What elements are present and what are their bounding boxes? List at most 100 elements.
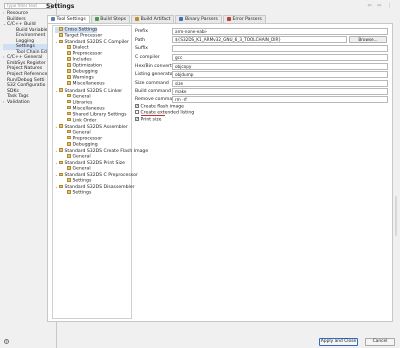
hex-bin-converter-field[interactable]: objcopy: [172, 63, 388, 70]
tree-item[interactable]: Settings: [63, 190, 91, 196]
settings-node-icon: [59, 87, 63, 92]
tree-item-label: Libraries: [72, 100, 93, 106]
settings-node-icon: [59, 39, 63, 44]
settings-node-icon: [67, 141, 71, 146]
tree-item-label: Debugging: [72, 69, 98, 75]
nav-item-label: Run/Debug Setti: [7, 77, 45, 83]
tree-item-label: Link Order: [72, 118, 97, 124]
settings-node-icon: [59, 27, 63, 31]
suffix-label: Suffix: [135, 46, 148, 51]
nav-item-label: Build Variables: [16, 27, 50, 33]
prefix-field[interactable]: arm-none-eabi-: [172, 28, 388, 35]
tree-item-label: Miscellaneous: [72, 82, 105, 88]
tree-item-label: Cross Settings: [64, 27, 98, 33]
tree-item-label: Preprocessor: [72, 136, 103, 142]
scrollbar-grip[interactable]: [395, 196, 397, 236]
tab-icon: [135, 16, 140, 21]
tab-icon: [94, 16, 99, 21]
nav-item-label: Validation: [7, 99, 30, 105]
c-compiler-label: C compiler: [135, 55, 160, 60]
print-size-checkbox[interactable]: Print size: [135, 116, 161, 123]
prefix-label: Prefix: [135, 29, 148, 34]
tab[interactable]: Error Parsers: [222, 15, 266, 23]
checkbox-0-box[interactable]: [135, 103, 139, 109]
filter-input[interactable]: type filter text: [4, 3, 52, 9]
nav-item-label: SDKs: [7, 88, 19, 94]
nav-arrows-icon[interactable]: ⇦ ⇨ ⋮: [367, 3, 394, 9]
tab-icon: [226, 16, 231, 21]
settings-node-icon: [67, 129, 71, 134]
nav-item-label: Task Tags: [7, 94, 29, 100]
settings-node-icon: [67, 69, 71, 73]
build-command-label: Build command: [135, 89, 171, 94]
tab-label: Build Artifact: [140, 17, 171, 22]
tab-bar: Tool Settings Build Steps Build Artifact Bi…: [47, 15, 267, 23]
page-title: Settings: [46, 3, 75, 10]
settings-node-icon: [67, 178, 71, 182]
settings-node-icon: [67, 51, 71, 55]
nav-item-label: S32 Configuratio: [7, 83, 46, 89]
size-command-label: Size command: [135, 81, 169, 86]
nav-item-label: C/C++ Build: [7, 22, 36, 28]
remove-command-field[interactable]: rm -rf: [172, 96, 388, 103]
tree-item-label: Debugging: [72, 142, 98, 148]
tab[interactable]: Tool Settings: [47, 15, 90, 23]
listing-generator-field[interactable]: objdump: [172, 71, 388, 78]
settings-node-icon: [67, 135, 71, 140]
tab-label: Tool Settings: [56, 17, 86, 22]
size-command-field[interactable]: size: [172, 80, 388, 87]
apply-and-close-button[interactable]: Apply and Close: [319, 338, 358, 346]
tab-icon: [51, 16, 55, 21]
settings-node-icon: [67, 166, 71, 170]
nav-item-label: Resource: [7, 11, 29, 16]
path-field[interactable]: ${S32DS_K1_ARMv32_GNU_6_3_TOOLCHAIN_DIR}: [172, 36, 347, 43]
build-command-field[interactable]: make: [172, 88, 388, 95]
settings-node-icon: [67, 190, 71, 194]
tab[interactable]: Binary Parsers: [175, 15, 222, 23]
settings-node-icon: [67, 117, 71, 122]
settings-node-icon: [59, 160, 63, 165]
nav-item-label: Builders: [7, 16, 26, 22]
nav-item-label: Project Natures: [7, 66, 43, 72]
cancel-button[interactable]: Cancel: [365, 338, 395, 346]
checkbox-2-box[interactable]: [135, 116, 139, 122]
c-compiler-field[interactable]: gcc: [172, 54, 388, 61]
path-label: Path: [135, 38, 146, 43]
tree-item-label: Optimization: [72, 63, 102, 69]
tree-item-label: Settings: [72, 190, 92, 196]
help-icon[interactable]: ?: [4, 339, 9, 344]
nav-item-label: C/C++ General: [7, 55, 43, 61]
tab-label: Build Steps: [100, 17, 127, 22]
tool-settings-tree: Cross Settings Target Processor ⌄ Standard …: [52, 25, 148, 319]
settings-node-icon: [59, 172, 63, 177]
tab[interactable]: Build Steps: [90, 15, 131, 23]
settings-node-icon: [67, 154, 71, 158]
browse-button[interactable]: Browse...: [349, 36, 387, 43]
settings-node-icon: [67, 63, 71, 67]
nav-item-label: Settings: [16, 44, 35, 50]
tree-item-label: Target Processor: [64, 33, 103, 39]
tab-label: Error Parsers: [232, 17, 262, 22]
tree-item-label: General: [72, 94, 91, 100]
settings-node-icon: [67, 45, 71, 49]
settings-node-icon: [59, 33, 63, 37]
settings-node-icon: [59, 124, 63, 128]
tab[interactable]: Build Artifact: [131, 15, 175, 23]
tree-item-label: General: [72, 130, 91, 136]
create-flash-image-label: Create flash image: [140, 104, 185, 110]
tree-item-label: Includes: [72, 57, 92, 63]
settings-node-icon: [67, 93, 71, 98]
suffix-field[interactable]: [172, 45, 388, 52]
tree-item-label: Warnings: [72, 75, 94, 81]
settings-node-icon: [67, 99, 71, 104]
nav-item-label: Project Reference: [7, 72, 48, 78]
settings-node-icon: [59, 184, 63, 189]
settings-node-icon: [59, 148, 63, 152]
tab-icon: [179, 16, 184, 21]
tree-item-label: Dialect: [72, 45, 89, 51]
tree-item-label: General: [72, 154, 91, 160]
settings-node-icon: [67, 57, 71, 61]
hex-bin-converter-label: Hex/Bin converter: [135, 64, 177, 69]
checkbox-1-box[interactable]: [135, 110, 139, 114]
settings-node-icon: [67, 75, 71, 79]
